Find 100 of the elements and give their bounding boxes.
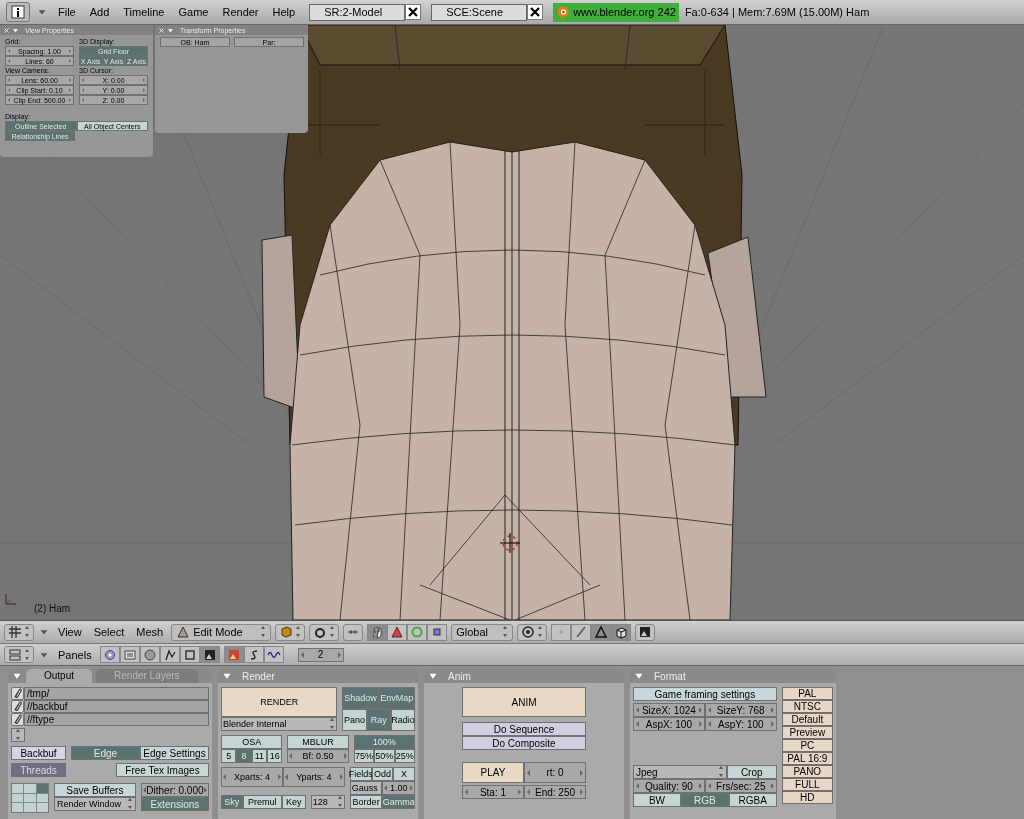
toggle-button[interactable]: Ray: [366, 709, 391, 731]
window-type-button[interactable]: [4, 623, 34, 641]
push-button[interactable]: Edge Settings: [140, 746, 209, 760]
triangle-icon-button[interactable]: [387, 623, 408, 641]
square-icon-button[interactable]: [427, 623, 448, 641]
large-button[interactable]: ANIM: [462, 687, 586, 717]
toggle-button[interactable]: Gamma: [382, 795, 415, 809]
number-field[interactable]: 1.00: [382, 781, 415, 795]
toggle-button[interactable]: 75%: [353, 749, 375, 763]
toggle-button[interactable]: 8: [236, 749, 252, 763]
toggle-button[interactable]: Edge: [71, 746, 140, 760]
push-button[interactable]: Free Tex Images: [116, 763, 209, 777]
number-field[interactable]: SizeY: 768: [704, 703, 777, 717]
window-type-button[interactable]: [6, 2, 30, 22]
path-field[interactable]: /tmp/: [24, 687, 209, 700]
large-button[interactable]: RENDER: [221, 687, 338, 717]
close-icon[interactable]: [405, 4, 422, 20]
toggle-button[interactable]: Odd: [371, 767, 394, 781]
number-field[interactable]: Frs/sec: 25: [704, 779, 777, 793]
preset-button[interactable]: PANO: [781, 765, 833, 778]
snap-button[interactable]: [343, 623, 364, 641]
logic-context-button[interactable]: [99, 646, 120, 663]
preset-button[interactable]: Default: [781, 713, 833, 726]
toggle-button[interactable]: MBLUR: [287, 735, 349, 749]
menu-item[interactable]: Select: [89, 626, 129, 638]
preset-button[interactable]: FULL: [781, 778, 833, 791]
number-field[interactable]: Xparts: 4: [221, 767, 283, 787]
toggle-button[interactable]: Crop: [726, 765, 777, 779]
menu-item[interactable]: Help: [268, 6, 300, 18]
number-field[interactable]: SizeX: 1024: [633, 703, 705, 717]
occlude-button[interactable]: [611, 623, 632, 641]
number-field[interactable]: rt: 0: [524, 762, 586, 783]
toggle-button[interactable]: BW: [633, 793, 681, 807]
layout-grid-selector[interactable]: [11, 783, 49, 813]
toggle-button[interactable]: OSA: [221, 735, 283, 749]
menu-item[interactable]: Mesh: [132, 626, 168, 638]
toggle-button[interactable]: Shadow: [342, 687, 379, 709]
collapse-triangle-icon[interactable]: [12, 671, 22, 681]
toggle-button[interactable]: Premul: [242, 795, 282, 809]
proportional-button[interactable]: [517, 623, 548, 641]
number-field[interactable]: AspY: 100: [704, 717, 777, 731]
collapse-triangle-icon[interactable]: [428, 671, 438, 681]
number-field[interactable]: Sta: 1: [462, 785, 524, 799]
push-button[interactable]: Save Buffers: [54, 783, 136, 797]
toggle-button[interactable]: 50%: [374, 749, 395, 763]
panels-menu[interactable]: Panels: [54, 648, 96, 661]
preset-button[interactable]: HD: [781, 791, 833, 804]
toggle-button[interactable]: RGB: [680, 793, 729, 807]
preset-button[interactable]: PAL 16:9: [781, 752, 833, 765]
dropdown[interactable]: 128: [310, 795, 345, 809]
menu-item[interactable]: File: [54, 6, 80, 18]
edge-select-button[interactable]: [571, 623, 592, 641]
mode-dropdown[interactable]: Edit Mode: [171, 623, 272, 641]
toggle-button[interactable]: 100%: [353, 735, 415, 749]
path-field[interactable]: //backbuf: [24, 700, 209, 713]
push-button[interactable]: Game framing settings: [633, 687, 777, 701]
collapse-triangle-icon[interactable]: [167, 26, 174, 34]
collapse-triangle-icon[interactable]: [634, 671, 644, 681]
preset-button[interactable]: PC: [781, 739, 833, 752]
toggle-button[interactable]: Key: [281, 795, 306, 809]
toggle-button[interactable]: Extensions: [140, 797, 209, 811]
toggle-button[interactable]: Radio: [390, 709, 415, 731]
toggle-button[interactable]: 5: [221, 749, 237, 763]
dropdown[interactable]: Jpeg: [633, 765, 727, 779]
toggle-button[interactable]: EnvMap: [378, 687, 415, 709]
panel-tab[interactable]: Output: [26, 669, 93, 683]
toggle-button[interactable]: Border: [349, 795, 383, 809]
collapse-triangle-icon[interactable]: [12, 26, 19, 34]
menu-button[interactable]: [11, 728, 25, 742]
scene-field[interactable]: SCE:Scene: [431, 3, 528, 21]
number-field[interactable]: Yparts: 4: [282, 767, 345, 787]
toggle-button[interactable]: X: [393, 767, 415, 781]
preset-button[interactable]: PAL: [781, 687, 833, 700]
menu-item[interactable]: Game: [174, 6, 213, 18]
orientation-dropdown[interactable]: Global: [451, 623, 514, 641]
push-button[interactable]: Do Sequence: [462, 722, 586, 736]
toggle-button[interactable]: 25%: [394, 749, 415, 763]
dropdown[interactable]: Render Window: [54, 797, 136, 811]
close-icon[interactable]: [527, 4, 544, 20]
face-select-button[interactable]: [591, 623, 612, 641]
number-field[interactable]: Bf: 0.50: [287, 749, 349, 763]
dropdown[interactable]: Blender Internal: [221, 717, 338, 731]
preset-button[interactable]: Preview: [781, 726, 833, 739]
pivot-button[interactable]: [309, 623, 340, 641]
toggle-button[interactable]: Backbuf: [11, 746, 66, 760]
collapse-triangle-icon[interactable]: [222, 671, 232, 681]
frame-field[interactable]: 2: [297, 647, 344, 662]
menu-item[interactable]: Render: [218, 6, 263, 18]
menu-item[interactable]: Add: [85, 6, 114, 18]
render-preview-button[interactable]: [635, 623, 656, 641]
menu-item[interactable]: Timeline: [119, 6, 169, 18]
toggle-button[interactable]: Pano: [342, 709, 367, 731]
number-field[interactable]: Quality: 90: [633, 779, 705, 793]
push-button[interactable]: Do Composite: [462, 736, 586, 750]
large-button[interactable]: PLAY: [462, 762, 524, 783]
toggle-button[interactable]: Sky: [221, 795, 243, 809]
toggle-button[interactable]: Fields: [349, 767, 372, 781]
number-field[interactable]: AspX: 100: [633, 717, 705, 731]
path-field[interactable]: //ftype: [24, 713, 209, 726]
screen-field[interactable]: SR:2-Model: [309, 3, 406, 21]
